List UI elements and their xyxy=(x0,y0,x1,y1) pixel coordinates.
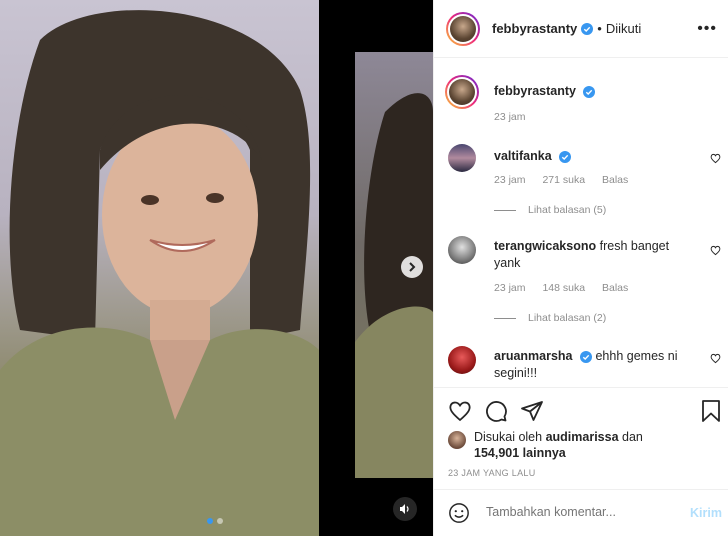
header-username[interactable]: febbyrastanty xyxy=(492,21,577,36)
verified-badge-icon xyxy=(559,150,572,163)
likes-summary: Disukai oleh audimarissa dan 154,901 lai… xyxy=(448,429,643,461)
like-comment-heart-icon[interactable] xyxy=(710,245,721,256)
comment-username[interactable]: aruanmarsha xyxy=(494,349,573,363)
comment-item: terangwicaksono fresh banget yank 23 jam… xyxy=(448,236,721,326)
commenter-avatar[interactable] xyxy=(448,144,476,172)
carousel-next-button[interactable] xyxy=(401,256,423,278)
likes-middle: dan xyxy=(622,430,643,444)
more-options-button[interactable]: ••• xyxy=(697,20,717,38)
comment-text-line: aruanmarsha ehhh gemes ni segini!!! xyxy=(494,348,694,382)
chevron-right-icon xyxy=(409,262,416,272)
comment-username[interactable]: valtifanka xyxy=(494,149,552,163)
speaker-icon xyxy=(400,504,409,514)
caption-meta: 23 jam xyxy=(494,111,540,123)
comment-likes[interactable]: 271 suka xyxy=(542,174,585,186)
carousel-dot-active xyxy=(207,518,213,524)
verified-badge-icon xyxy=(583,85,596,98)
carousel-indicator xyxy=(207,518,223,524)
liker-username[interactable]: audimarissa xyxy=(546,430,619,444)
caption-avatar[interactable] xyxy=(445,75,479,109)
likes-suffix[interactable]: lainnya xyxy=(523,446,566,460)
comment-meta: 23 jam 271 suka Balas xyxy=(494,174,642,186)
comment-text-line: terangwicaksono fresh banget yank xyxy=(494,238,694,272)
post-header: febbyrastanty • Diikuti ••• xyxy=(434,0,728,58)
view-replies-button[interactable]: Lihat balasan (2) xyxy=(494,312,606,324)
comment-likes[interactable]: 148 suka xyxy=(542,282,585,294)
separator: • xyxy=(597,21,602,36)
likes-count[interactable]: 154,901 xyxy=(474,446,519,460)
carousel-slide-current[interactable] xyxy=(0,0,319,536)
comment-input[interactable] xyxy=(484,504,668,520)
avatar-image xyxy=(450,15,476,42)
likes-text: Disukai oleh audimarissa dan 154,901 lai… xyxy=(474,429,643,461)
comment-time[interactable]: 23 jam xyxy=(494,282,526,294)
liker-avatar[interactable] xyxy=(448,431,466,449)
comment-item: valtifanka 23 jam 271 suka Balas Lihat b… xyxy=(448,144,721,224)
verified-badge-icon xyxy=(581,22,594,35)
post-comment-button[interactable]: Kirim xyxy=(690,506,722,520)
comment-username[interactable]: terangwicaksono xyxy=(494,239,596,253)
emoji-icon[interactable] xyxy=(448,502,470,524)
share-icon[interactable] xyxy=(520,399,544,423)
reply-button[interactable]: Balas xyxy=(602,174,628,186)
post-sidebar: febbyrastanty • Diikuti ••• febbyrastant… xyxy=(433,0,728,536)
view-replies-label: Lihat balasan (2) xyxy=(528,312,607,324)
comment-icon[interactable] xyxy=(484,399,508,423)
comment-text-line: valtifanka xyxy=(494,148,694,165)
avatar-image xyxy=(449,79,475,105)
post-actions xyxy=(434,387,728,422)
sound-toggle-button[interactable] xyxy=(393,497,417,521)
comment-item: aruanmarsha ehhh gemes ni segini!!! xyxy=(448,346,721,387)
like-comment-heart-icon[interactable] xyxy=(710,153,721,164)
caption: febbyrastanty 23 jam xyxy=(445,75,718,128)
view-replies-label: Lihat balasan (5) xyxy=(528,204,607,216)
bookmark-icon[interactable] xyxy=(700,399,722,423)
add-comment-bar: Kirim xyxy=(434,489,728,536)
profile-avatar[interactable] xyxy=(446,11,480,46)
reply-button[interactable]: Balas xyxy=(602,282,628,294)
commenter-avatar[interactable] xyxy=(448,346,476,374)
view-replies-button[interactable]: Lihat balasan (5) xyxy=(494,204,606,216)
likes-prefix: Disukai oleh xyxy=(474,430,543,444)
comment-meta: 23 jam 148 suka Balas xyxy=(494,282,642,294)
caption-text-line: febbyrastanty xyxy=(494,83,694,100)
caption-username[interactable]: febbyrastanty xyxy=(494,84,576,98)
post-timestamp[interactable]: 23 JAM YANG LALU xyxy=(448,468,536,478)
comment-time[interactable]: 23 jam xyxy=(494,174,526,186)
like-comment-heart-icon[interactable] xyxy=(710,353,721,364)
post-media[interactable] xyxy=(0,0,433,536)
portrait-photo xyxy=(0,10,319,536)
commenter-avatar[interactable] xyxy=(448,236,476,264)
comments-list: febbyrastanty 23 jam valtifanka 23 jam 2… xyxy=(434,58,728,387)
caption-time[interactable]: 23 jam xyxy=(494,111,526,123)
replies-divider xyxy=(494,317,516,319)
verified-badge-icon xyxy=(580,350,592,363)
heart-icon[interactable] xyxy=(448,399,472,423)
carousel-dot xyxy=(217,518,223,524)
follow-status[interactable]: Diikuti xyxy=(606,21,641,36)
replies-divider xyxy=(494,209,516,211)
